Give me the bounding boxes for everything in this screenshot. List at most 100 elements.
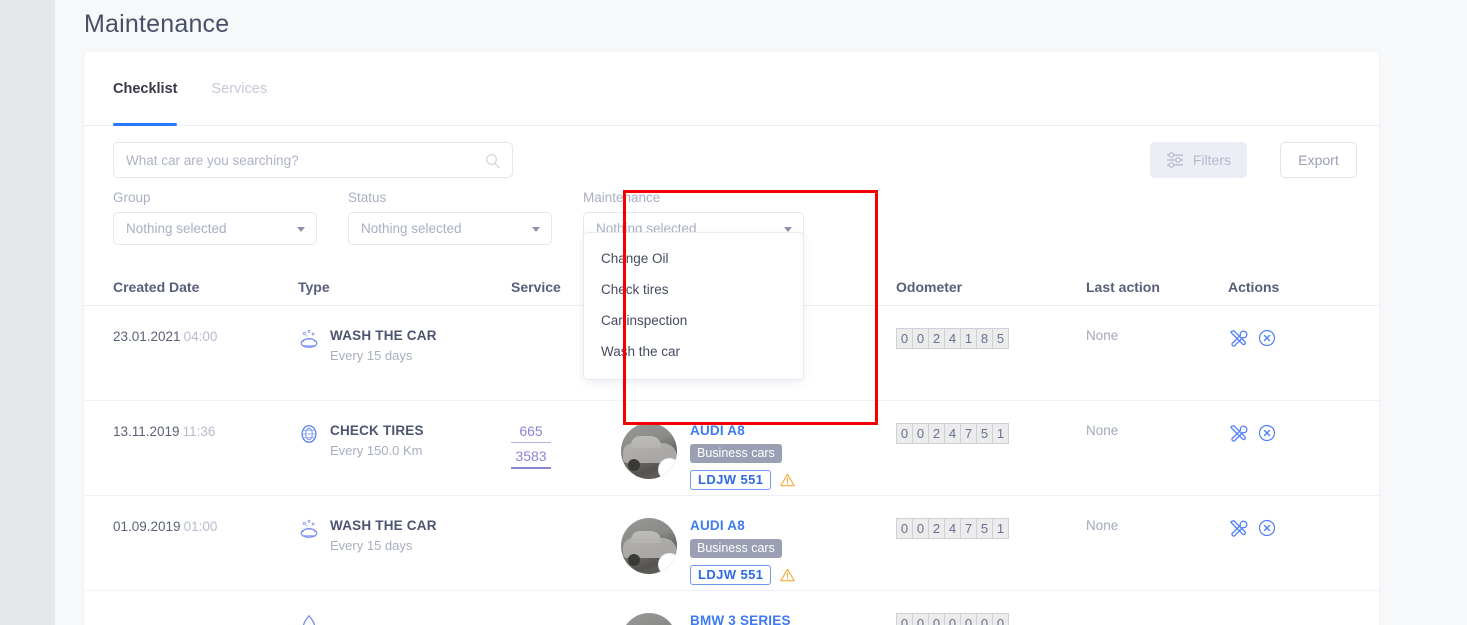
service-value-bottom: 3583 xyxy=(511,448,551,469)
table-row[interactable]: BMW 3 SERIES 0000000 xyxy=(84,591,1379,625)
cell-created-date: 23.01.2021 04:00 xyxy=(113,328,298,346)
cell-odometer: 0000000 xyxy=(896,613,1086,625)
car-status-badge xyxy=(658,458,677,479)
row-time: 01:00 xyxy=(183,519,218,534)
cell-car: AUDI A8 Business cars LDJW 551 xyxy=(621,518,896,585)
odometer-digit: 2 xyxy=(928,518,945,539)
row-time: 11:36 xyxy=(182,424,216,439)
status-select-value: Nothing selected xyxy=(361,221,462,236)
search-icon xyxy=(486,154,500,169)
car-wash-icon xyxy=(300,329,318,348)
tools-icon[interactable] xyxy=(1228,423,1248,443)
row-type-sub: Every 15 days xyxy=(330,348,413,363)
license-plate: LDJW 551 xyxy=(690,470,772,490)
row-type-name: WASH THE CAR xyxy=(330,328,437,343)
odometer-digit: 8 xyxy=(976,328,993,349)
left-rail xyxy=(0,0,55,625)
export-button[interactable]: Export xyxy=(1280,142,1357,178)
cell-created-date: 13.11.2019 11:36 xyxy=(113,423,298,441)
odometer-digit: 5 xyxy=(976,423,993,444)
odometer-digit: 5 xyxy=(976,518,993,539)
service-value-top: 665 xyxy=(511,423,551,443)
cell-last-action: None xyxy=(1086,328,1119,343)
group-select-value: Nothing selected xyxy=(126,221,227,236)
odometer-display: 0000000 xyxy=(896,613,1086,625)
filter-group-status: Status Nothing selected xyxy=(348,190,552,245)
odometer-digit: 0 xyxy=(928,613,945,625)
cell-odometer: 0024751 xyxy=(896,518,1086,539)
car-group-badge: Business cars xyxy=(690,539,782,558)
dropdown-option-check-tires[interactable]: Check tires xyxy=(584,274,803,305)
chevron-down-icon xyxy=(532,227,540,232)
search-box[interactable] xyxy=(113,142,513,178)
car-name[interactable]: AUDI A8 xyxy=(690,518,796,533)
car-name[interactable]: BMW 3 SERIES xyxy=(690,613,791,625)
cell-last-action: None xyxy=(1086,518,1119,533)
cancel-circle-icon[interactable] xyxy=(1257,423,1277,443)
filter-label-group: Group xyxy=(113,190,151,205)
odometer-digit: 0 xyxy=(896,328,913,349)
table-row[interactable]: 01.09.2019 01:00 WASH THE CAR Every 15 d… xyxy=(84,496,1379,591)
cell-type: CHECK TIRES Every 150.0 Km xyxy=(298,423,511,458)
column-actions: Actions xyxy=(1228,278,1280,295)
odometer-digit: 0 xyxy=(960,613,977,625)
car-wash-icon xyxy=(300,519,318,538)
table-row[interactable]: 13.11.2019 11:36 CHECK TIRES Every 150.0… xyxy=(84,401,1379,496)
dropdown-option-car-inspection[interactable]: Car inspection xyxy=(584,305,803,336)
filters-button[interactable]: Filters xyxy=(1149,142,1247,178)
row-date: 01.09.2019 xyxy=(113,519,181,534)
car-name[interactable]: AUDI A8 xyxy=(690,423,796,438)
sliders-icon xyxy=(1166,152,1183,168)
tab-bar: Checklist Services xyxy=(84,52,1379,126)
row-type-sub: Every 15 days xyxy=(330,538,413,553)
row-type-sub: Every 150.0 Km xyxy=(330,443,423,458)
content-card: Checklist Services What car are you sear… xyxy=(84,52,1379,625)
odometer-digit: 0 xyxy=(912,613,929,625)
odometer-digit: 0 xyxy=(896,613,913,625)
group-select[interactable]: Nothing selected xyxy=(113,212,317,245)
column-type: Type xyxy=(298,278,330,295)
tab-services[interactable]: Services xyxy=(211,52,267,126)
search-input[interactable] xyxy=(114,143,512,177)
odometer-digit: 0 xyxy=(912,518,929,539)
row-date: 13.11.2019 xyxy=(113,424,180,439)
column-last-action: Last action xyxy=(1086,278,1160,295)
row-type-name: CHECK TIRES xyxy=(330,423,424,438)
filters-label: Filters xyxy=(1192,152,1231,168)
cancel-circle-icon[interactable] xyxy=(1257,518,1277,538)
tools-icon[interactable] xyxy=(1228,518,1248,538)
cancel-circle-icon[interactable] xyxy=(1257,328,1277,348)
odometer-digit: 0 xyxy=(912,328,929,349)
toolbar: Filters Export xyxy=(84,126,1379,190)
dropdown-option-change-oil[interactable]: Change Oil xyxy=(584,243,803,274)
car-thumbnail xyxy=(621,613,677,625)
odometer-digit: 0 xyxy=(944,613,961,625)
cell-actions xyxy=(1228,328,1348,348)
status-select[interactable]: Nothing selected xyxy=(348,212,552,245)
car-status-badge xyxy=(658,553,677,574)
odometer-digit: 1 xyxy=(992,423,1009,444)
odometer-digit: 2 xyxy=(928,423,945,444)
filter-label-maintenance: Maintenance xyxy=(583,190,661,205)
maintenance-dropdown: Change Oil Check tires Car inspection Wa… xyxy=(583,232,804,380)
row-type-name: WASH THE CAR xyxy=(330,518,437,533)
odometer-display: 0024751 xyxy=(896,518,1086,539)
tire-icon xyxy=(301,425,317,443)
odometer-digit: 0 xyxy=(976,613,993,625)
dropdown-option-wash-the-car[interactable]: Wash the car xyxy=(584,336,803,367)
cell-actions xyxy=(1228,518,1348,538)
column-created-date: Created Date xyxy=(113,278,200,295)
cell-service: 665 3583 xyxy=(511,423,621,469)
filter-group-group: Group Nothing selected xyxy=(113,190,317,245)
cell-odometer: 0024751 xyxy=(896,423,1086,444)
row-date: 23.01.2021 xyxy=(113,329,181,344)
odometer-digit: 0 xyxy=(912,423,929,444)
page-container: Maintenance Checklist Services What car … xyxy=(55,0,1467,625)
cell-odometer: 0024185 xyxy=(896,328,1086,349)
warning-triangle-icon xyxy=(780,568,796,582)
tools-icon[interactable] xyxy=(1228,328,1248,348)
odometer-digit: 4 xyxy=(944,423,961,444)
column-odometer: Odometer xyxy=(896,278,963,295)
cell-car: BMW 3 SERIES xyxy=(621,613,896,625)
tab-checklist[interactable]: Checklist xyxy=(113,52,178,126)
